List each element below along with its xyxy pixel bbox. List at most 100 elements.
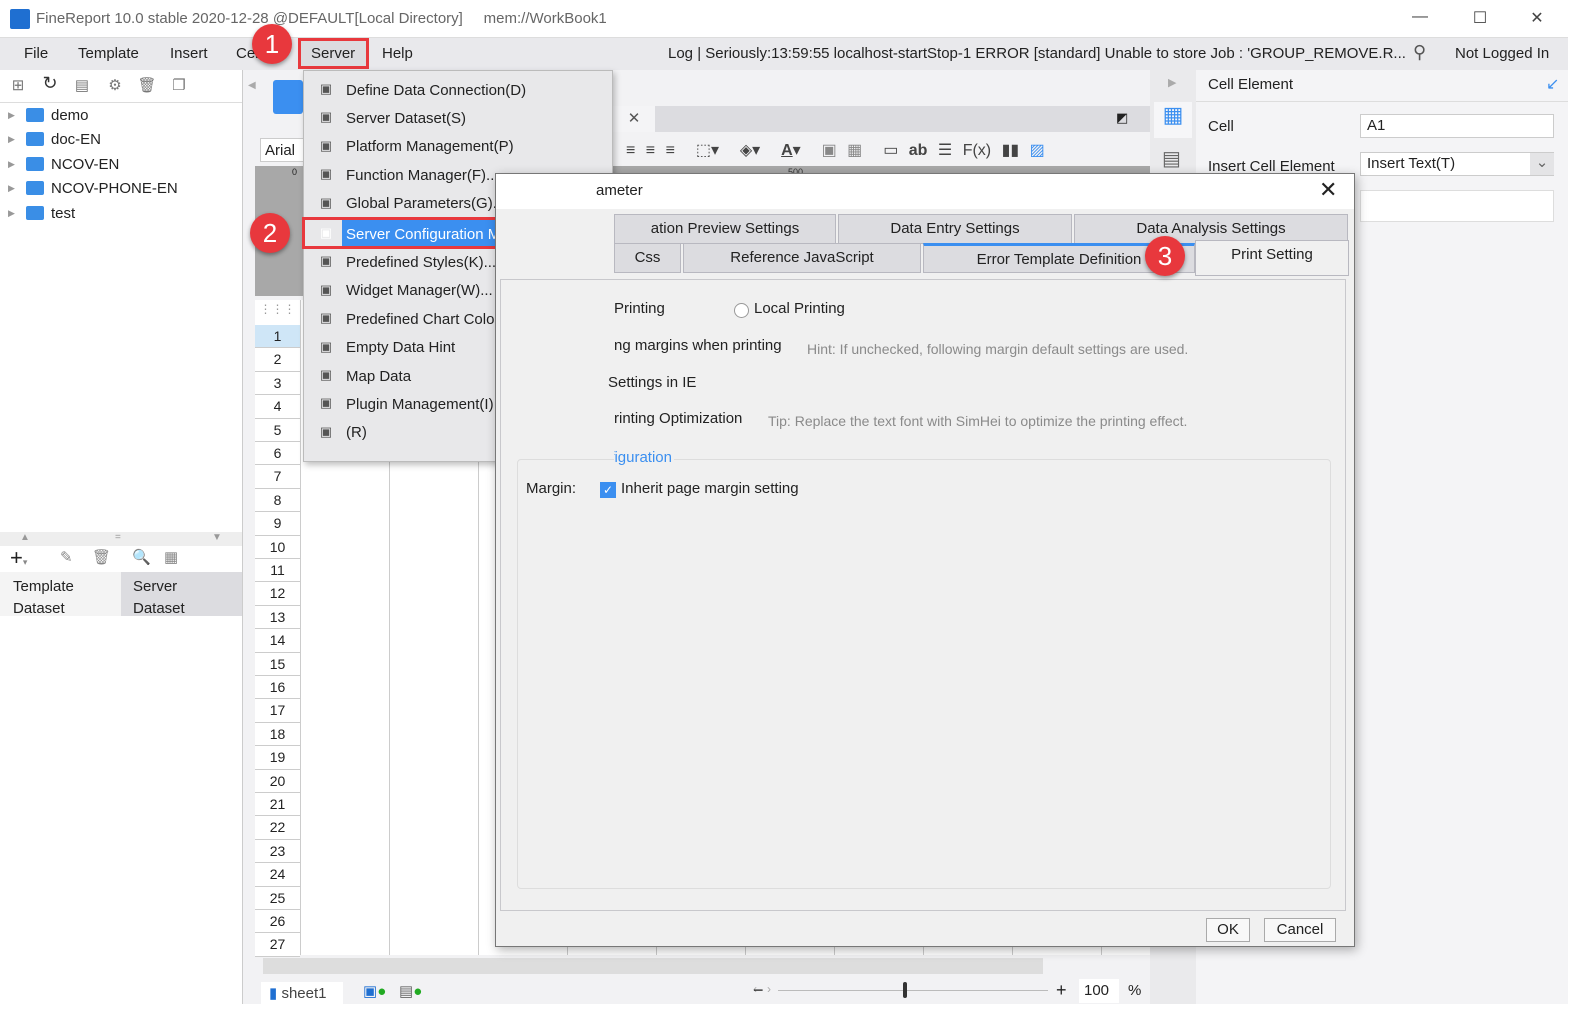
tree-item-doc-en[interactable]: ▶ doc-EN xyxy=(8,127,101,151)
tab-css[interactable]: Css xyxy=(614,243,681,273)
tab-preview-settings[interactable]: ation Preview Settings xyxy=(614,214,836,244)
search-icon[interactable]: ⚲ xyxy=(1413,42,1426,63)
merge-cells-icon[interactable]: ▣ xyxy=(822,142,837,159)
tab-template-dataset[interactable]: Template Dataset xyxy=(0,572,121,617)
expand-arrow-icon[interactable]: ▶ xyxy=(8,183,26,194)
pin-icon[interactable]: ↙ xyxy=(1546,74,1559,94)
tab-server-dataset[interactable]: Server Dataset xyxy=(121,572,242,617)
zoom-out-button[interactable]: − xyxy=(753,980,764,1001)
row-header[interactable]: 3 xyxy=(255,371,300,396)
widget-icon[interactable]: ▭ xyxy=(883,142,898,159)
expand-arrow-icon[interactable]: ▶ xyxy=(8,159,26,170)
add-sheet-icon[interactable]: ▣● xyxy=(363,982,386,1000)
paragraph-icon[interactable]: ☰ xyxy=(938,142,952,159)
zoom-in-button[interactable]: + xyxy=(1056,980,1067,1001)
row-header[interactable]: 14 xyxy=(255,629,300,653)
select-all-icon[interactable]: ⋮⋮⋮ xyxy=(255,302,300,324)
row-header[interactable]: 19 xyxy=(255,746,300,770)
font-select[interactable]: Arial xyxy=(260,138,305,162)
menu-item-define-data-connection-d[interactable]: ▣ Define Data Connection(D) xyxy=(304,76,612,104)
row-header[interactable]: 18 xyxy=(255,722,300,747)
cell-content-box[interactable] xyxy=(1360,190,1554,222)
row-header[interactable]: 9 xyxy=(255,512,300,536)
row-header[interactable]: 25 xyxy=(255,886,300,910)
local-printing-radio[interactable] xyxy=(734,303,749,318)
row-header[interactable]: 4 xyxy=(255,395,300,419)
row-header[interactable]: 8 xyxy=(255,488,300,513)
row-header[interactable]: 22 xyxy=(255,816,300,840)
row-header[interactable]: 26 xyxy=(255,910,300,934)
row-header[interactable]: 7 xyxy=(255,465,300,489)
tab-data-entry-settings[interactable]: Data Entry Settings xyxy=(838,214,1072,244)
tree-item-demo[interactable]: ▶ demo xyxy=(8,103,89,127)
chevron-down-icon[interactable]: ⌄ xyxy=(1530,153,1554,175)
row-header[interactable]: 23 xyxy=(255,839,300,864)
preview-template-icon[interactable] xyxy=(273,80,303,114)
row-header[interactable]: 5 xyxy=(255,418,300,442)
split-cells-icon[interactable]: ▦ xyxy=(847,142,862,159)
fill-color-icon[interactable]: ◈▾ xyxy=(740,142,760,159)
row-header[interactable]: 24 xyxy=(255,863,300,887)
row-header[interactable]: 21 xyxy=(255,793,300,817)
formula-icon[interactable]: F(x) xyxy=(963,142,991,159)
open-template-icon[interactable]: ▤ xyxy=(72,76,92,96)
menu-help[interactable]: Help xyxy=(376,44,419,63)
chart-icon[interactable]: ▮▮ xyxy=(1002,142,1020,159)
refresh-icon[interactable]: ↻ xyxy=(40,73,60,93)
zoom-slider[interactable] xyxy=(778,990,1048,991)
row-header[interactable]: 1 xyxy=(255,325,300,349)
printing-optimization-option[interactable]: rinting Optimization xyxy=(614,410,742,427)
login-status[interactable]: Not Logged In xyxy=(1455,45,1549,62)
align-right-icon[interactable]: ≡ xyxy=(666,142,675,159)
splitter[interactable]: ▲ = ▼ xyxy=(0,532,242,546)
expand-arrow-icon[interactable]: ▶ xyxy=(8,110,26,121)
row-header[interactable]: 16 xyxy=(255,676,300,700)
border-icon[interactable]: ⬚▾ xyxy=(696,142,719,159)
sheet-tab[interactable]: ▮ sheet1 xyxy=(261,982,343,1004)
dialog-close-icon[interactable]: ✕ xyxy=(1319,177,1337,203)
settings-icon[interactable]: ⚙ xyxy=(105,76,125,96)
tab-print-setting[interactable]: Print Setting xyxy=(1195,240,1349,276)
preview-icon[interactable]: 🔍 xyxy=(132,548,151,566)
printing-option[interactable]: Printing xyxy=(614,300,665,317)
cancel-button[interactable]: Cancel xyxy=(1264,918,1336,942)
expand-arrow-icon[interactable]: ▶ xyxy=(8,134,26,145)
copy-icon[interactable]: ❐ xyxy=(169,76,189,96)
toolbar-menu-icon[interactable]: ◩ xyxy=(1116,110,1128,126)
cell-attribute-icon[interactable]: ▤ xyxy=(1162,146,1181,171)
zoom-input[interactable]: 100 xyxy=(1079,979,1119,1003)
text-icon[interactable]: ab xyxy=(909,142,928,159)
collapse-left-icon[interactable]: ◀ xyxy=(248,80,256,91)
tree-item-ncov-phone-en[interactable]: ▶ NCOV-PHONE-EN xyxy=(8,176,178,200)
delete-dataset-icon[interactable]: 🗑 xyxy=(92,548,111,566)
margins-option[interactable]: ng margins when printing xyxy=(614,337,782,354)
menu-insert[interactable]: Insert xyxy=(164,44,214,63)
cell-input[interactable]: A1 xyxy=(1360,114,1554,138)
menu-item-platform-management-p[interactable]: ▣ Platform Management(P) xyxy=(304,133,612,161)
menu-file[interactable]: File xyxy=(18,44,54,63)
zoom-slider-handle[interactable] xyxy=(903,982,907,998)
tree-item-ncov-en[interactable]: ▶ NCOV-EN xyxy=(8,152,119,176)
horizontal-scrollbar[interactable] xyxy=(263,958,1043,974)
ok-button[interactable]: OK xyxy=(1206,918,1250,942)
menu-template[interactable]: Template xyxy=(72,44,145,63)
new-folder-icon[interactable]: ⊞ xyxy=(8,76,28,96)
row-header[interactable]: 17 xyxy=(255,699,300,723)
edit-icon[interactable]: ✎ xyxy=(60,548,73,566)
log-message[interactable]: Log | Seriously:13:59:55 localhost-start… xyxy=(668,45,1406,62)
inherit-margin-checkbox[interactable]: ✓ xyxy=(600,482,616,498)
row-header[interactable]: 12 xyxy=(255,582,300,606)
row-header[interactable]: 13 xyxy=(255,605,300,630)
row-header[interactable]: 11 xyxy=(255,559,300,583)
image-icon[interactable]: ▨ xyxy=(1030,142,1045,159)
row-header[interactable]: 20 xyxy=(255,769,300,793)
menu-item-server-dataset-s[interactable]: ▣ Server Dataset(S) xyxy=(304,104,612,132)
expand-arrow-icon[interactable]: ▶ xyxy=(8,208,26,219)
row-header[interactable]: 10 xyxy=(255,535,300,559)
tree-item-test[interactable]: ▶ test xyxy=(8,201,75,225)
add-dashboard-icon[interactable]: ▤● xyxy=(399,982,422,1000)
maximize-button[interactable]: ☐ xyxy=(1465,8,1495,30)
add-dataset-icon[interactable]: +▾ xyxy=(10,545,27,571)
tab-reference-javascript[interactable]: Reference JavaScript xyxy=(683,243,921,273)
insert-cell-element-select[interactable]: Insert Text(T) xyxy=(1360,152,1554,176)
